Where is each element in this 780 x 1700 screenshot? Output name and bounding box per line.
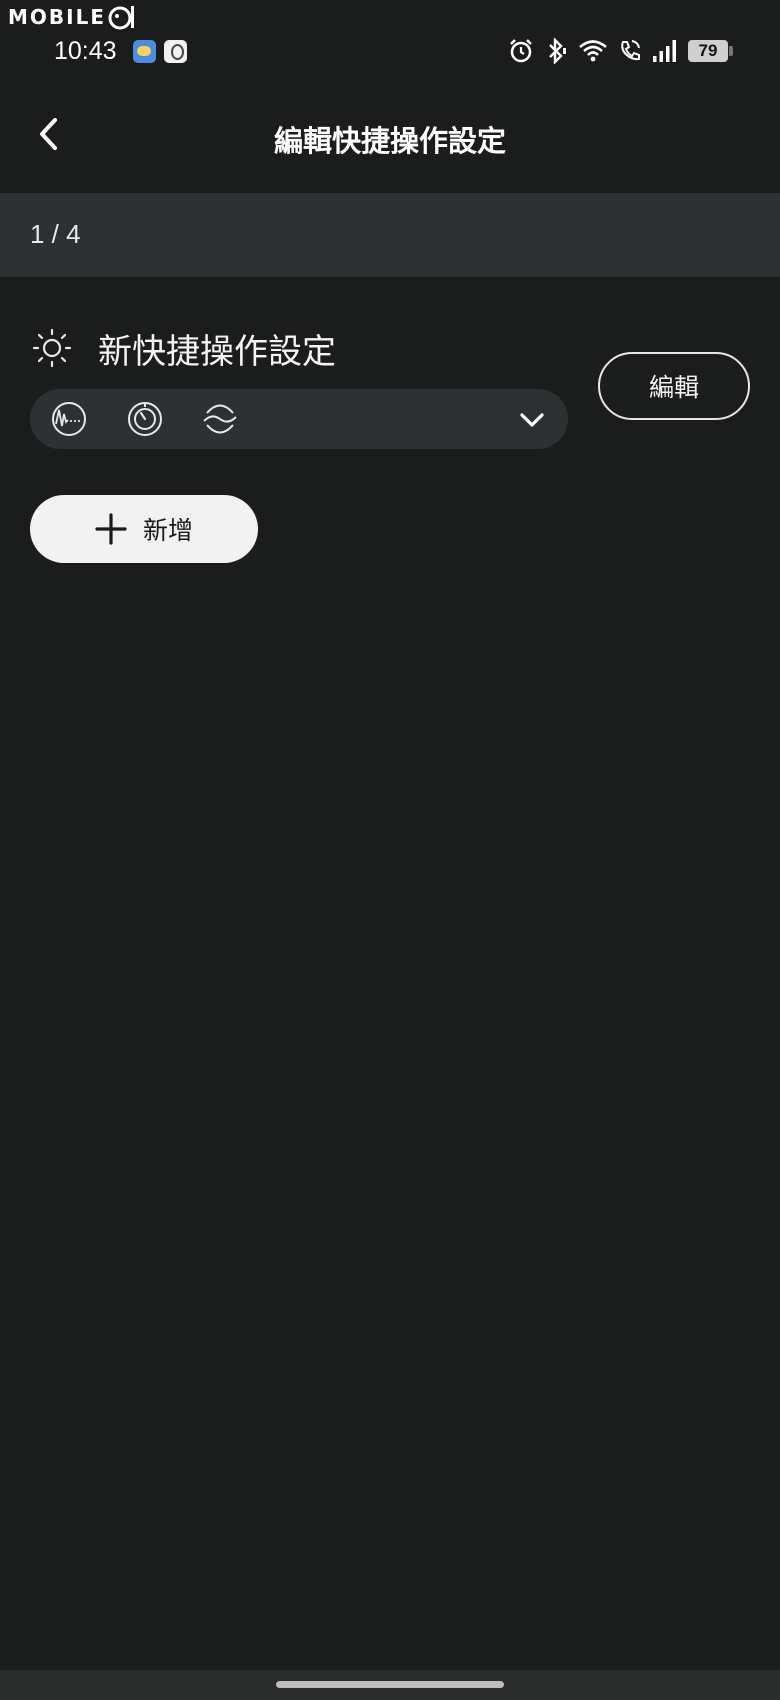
page-indicator-bar: 1 / 4 <box>0 193 780 277</box>
watermark-text: MOBILE <box>8 5 106 29</box>
signal-icon <box>653 40 676 62</box>
add-button-label: 新增 <box>142 516 193 545</box>
plus-icon <box>95 513 127 545</box>
status-icons: 79 <box>508 35 733 67</box>
bluetooth-icon <box>549 38 566 64</box>
status-time: 10:43 <box>54 37 117 65</box>
timer-icon <box>128 402 162 436</box>
edit-button[interactable]: 編輯 <box>598 352 750 420</box>
alarm-icon <box>510 39 532 63</box>
wifi-icon <box>579 40 607 62</box>
ambient-icon <box>203 404 237 434</box>
noise-cancel-icon <box>52 402 86 436</box>
home-indicator[interactable] <box>276 1681 504 1688</box>
navigation-bar <box>0 1670 780 1700</box>
page-title: 編輯快捷操作設定 <box>273 124 506 158</box>
accessory-app-icon <box>164 40 187 63</box>
watermark-face-icon <box>108 6 134 30</box>
mode-strip[interactable] <box>30 389 568 449</box>
screen: MOBILE 10:43 79 編輯快捷操作設定 1 / 4 新快捷操作設定 編… <box>0 0 780 1700</box>
wifi-call-icon <box>621 40 640 61</box>
battery-icon: 79 <box>688 40 733 62</box>
add-button[interactable]: 新增 <box>30 495 258 563</box>
chevron-down-icon[interactable] <box>518 406 546 434</box>
setting-title: 新快捷操作設定 <box>98 331 336 372</box>
sun-icon <box>32 328 72 368</box>
setting-title-row: 新快捷操作設定 <box>32 325 336 372</box>
header: 編輯快捷操作設定 <box>0 100 780 180</box>
status-bar: 10:43 79 <box>0 30 780 72</box>
page-indicator: 1 / 4 <box>30 219 81 249</box>
watermark-logo: MOBILE <box>8 4 136 30</box>
weather-app-icon <box>133 40 156 63</box>
